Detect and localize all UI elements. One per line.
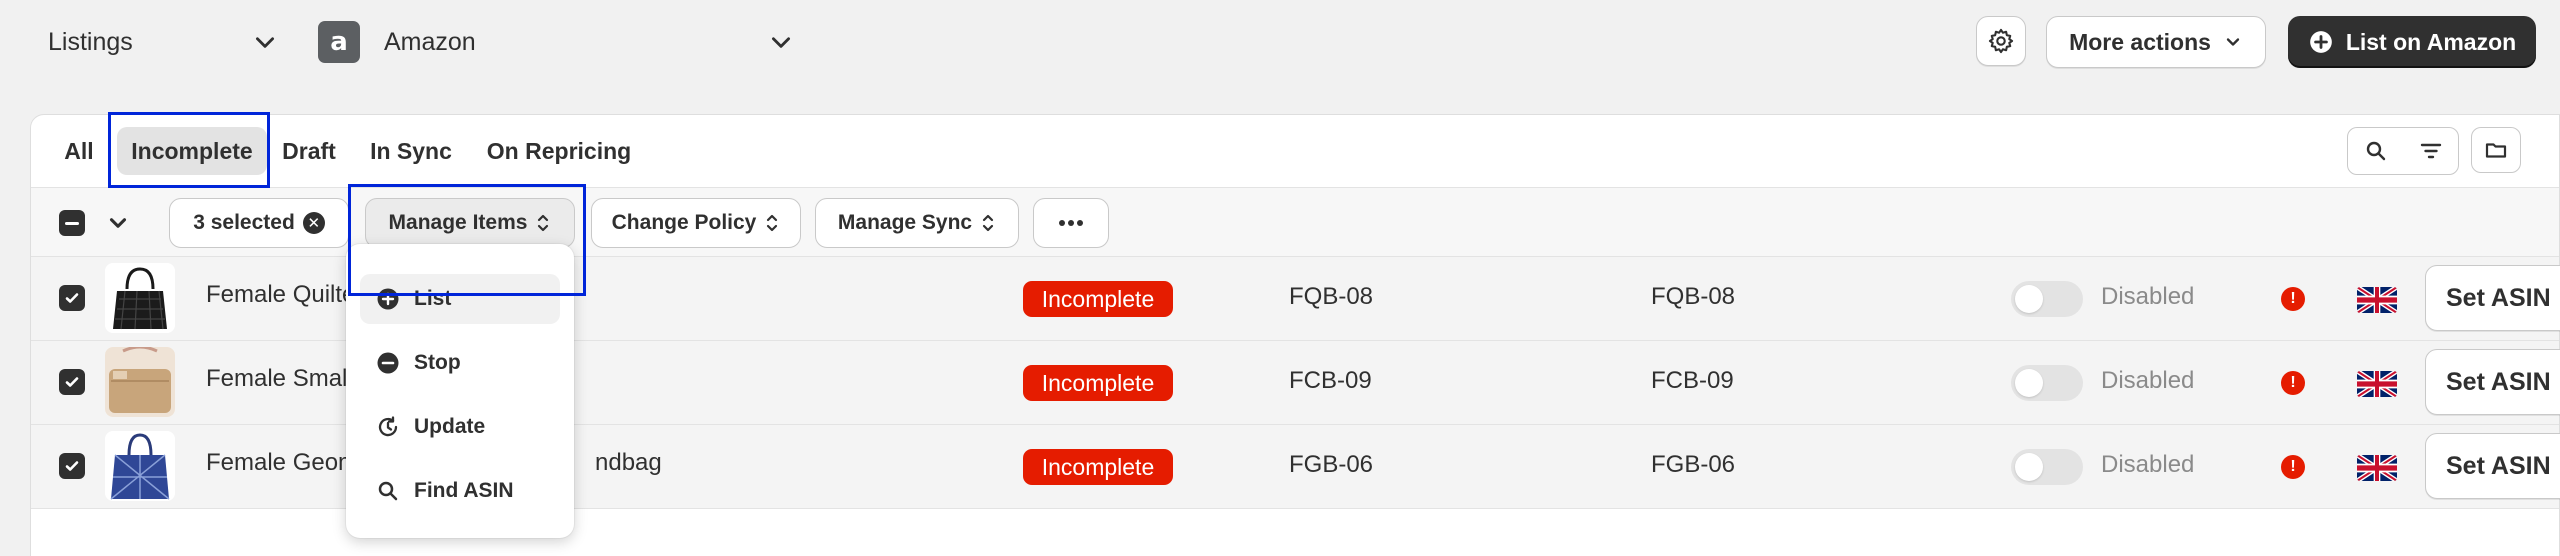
clear-selection-icon[interactable]: ✕: [302, 212, 325, 234]
sku-value: FGB-06: [1289, 451, 1374, 478]
product-thumbnail: [105, 263, 175, 333]
views-button[interactable]: [2471, 127, 2521, 173]
menu-item-label: Update: [414, 415, 486, 438]
uk-flag-icon: [2357, 287, 2397, 313]
plus-circle-icon: [377, 288, 399, 310]
section-select-label: Listings: [48, 27, 133, 56]
selected-count-button[interactable]: 3 selected ✕: [169, 198, 349, 248]
manage-items-button[interactable]: Manage Items: [365, 198, 575, 248]
menu-item-update[interactable]: Update: [360, 402, 560, 452]
status-badge: Incomplete: [1023, 449, 1173, 485]
manage-items-menu: List Stop Update Find ASIN: [346, 244, 574, 538]
menu-item-list[interactable]: List: [360, 274, 560, 324]
marketplace-select-label: Amazon: [384, 27, 476, 56]
change-policy-button[interactable]: Change Policy: [591, 198, 801, 248]
more-bulk-actions-button[interactable]: [1033, 198, 1109, 248]
alert-icon[interactable]: !: [2281, 287, 2305, 311]
menu-item-stop[interactable]: Stop: [360, 338, 560, 388]
settings-button[interactable]: [1976, 16, 2026, 66]
filter-button[interactable]: [2403, 128, 2458, 174]
uk-flag-icon: [2357, 371, 2397, 397]
ellipsis-icon: [1059, 220, 1083, 226]
select-arrows-icon: [538, 214, 549, 232]
sync-toggle[interactable]: [2011, 449, 2083, 485]
status-tabs: All Incomplete Draft In Sync On Repricin…: [31, 115, 2559, 187]
search-button[interactable]: [2348, 128, 2403, 174]
plus-circle-icon: [2309, 31, 2332, 53]
more-actions-label: More actions: [2069, 28, 2211, 55]
tab-in-sync[interactable]: In Sync: [361, 127, 461, 175]
more-actions-button[interactable]: More actions: [2046, 16, 2266, 68]
product-thumbnail: [105, 347, 175, 417]
alert-icon[interactable]: !: [2281, 455, 2305, 479]
marketplace-select[interactable]: a Amazon: [318, 16, 794, 68]
product-name[interactable]: Female Quilte: [206, 281, 355, 309]
list-on-amazon-label: List on Amazon: [2345, 28, 2517, 55]
sync-status-label: Disabled: [2101, 451, 2195, 478]
top-bar: Listings a Amazon More actions List on A…: [0, 0, 2560, 84]
tab-draft[interactable]: Draft: [276, 127, 342, 175]
product-name-tail: ndbag: [595, 449, 662, 476]
amazon-sku-value: FCB-09: [1651, 367, 1734, 394]
folder-icon: [2485, 143, 2507, 158]
select-all-checkbox[interactable]: [59, 210, 85, 236]
search-filter-group: [2347, 127, 2459, 175]
tab-on-repricing[interactable]: On Repricing: [479, 127, 639, 175]
gear-icon: [1988, 28, 2014, 54]
section-select[interactable]: Listings: [48, 16, 278, 68]
sync-toggle[interactable]: [2011, 365, 2083, 401]
alert-icon[interactable]: !: [2281, 371, 2305, 395]
filter-icon: [2420, 143, 2441, 159]
minus-circle-icon: [377, 352, 399, 374]
manage-items-label: Manage Items: [388, 211, 528, 234]
product-name[interactable]: Female Geom: [206, 449, 358, 477]
search-icon: [378, 481, 398, 501]
manage-sync-label: Manage Sync: [837, 211, 973, 234]
change-policy-label: Change Policy: [611, 211, 757, 234]
amazon-logo-icon: a: [318, 21, 360, 63]
amazon-sku-value: FGB-06: [1651, 451, 1736, 478]
product-name[interactable]: Female Small: [206, 365, 353, 393]
chevron-down-icon[interactable]: [105, 210, 131, 236]
product-thumbnail: [105, 431, 175, 501]
manage-sync-button[interactable]: Manage Sync: [815, 198, 1019, 248]
uk-flag-icon: [2357, 455, 2397, 481]
sku-value: FCB-09: [1289, 367, 1372, 394]
menu-item-label: List: [414, 287, 452, 310]
sync-status-label: Disabled: [2101, 283, 2195, 310]
chevron-down-icon: [2226, 38, 2240, 46]
chevron-down-icon: [252, 29, 278, 55]
menu-item-label: Find ASIN: [414, 479, 514, 502]
product-name-start: Female Geom: [206, 449, 359, 476]
status-badge: Incomplete: [1023, 281, 1173, 317]
amazon-sku-value: FQB-08: [1651, 283, 1736, 310]
selected-count-label: 3 selected: [193, 211, 295, 234]
sync-toggle[interactable]: [2011, 281, 2083, 317]
search-icon: [2366, 141, 2385, 161]
sku-value: FQB-08: [1289, 283, 1374, 310]
select-arrows-icon: [767, 214, 778, 232]
refresh-icon: [378, 416, 398, 437]
status-badge: Incomplete: [1023, 365, 1173, 401]
menu-item-label: Stop: [414, 351, 461, 374]
row-checkbox[interactable]: [59, 453, 85, 479]
tab-all[interactable]: All: [59, 127, 99, 175]
menu-item-find-asin[interactable]: Find ASIN: [360, 466, 560, 516]
list-on-amazon-button[interactable]: List on Amazon: [2288, 16, 2536, 68]
sync-status-label: Disabled: [2101, 367, 2195, 394]
tab-incomplete[interactable]: Incomplete: [117, 127, 267, 175]
set-asin-button[interactable]: Set ASIN: [2425, 433, 2560, 499]
chevron-down-icon: [768, 29, 794, 55]
row-checkbox[interactable]: [59, 369, 85, 395]
row-checkbox[interactable]: [59, 285, 85, 311]
set-asin-button[interactable]: Set ASIN: [2425, 265, 2560, 331]
select-arrows-icon: [983, 214, 994, 232]
set-asin-button[interactable]: Set ASIN: [2425, 349, 2560, 415]
